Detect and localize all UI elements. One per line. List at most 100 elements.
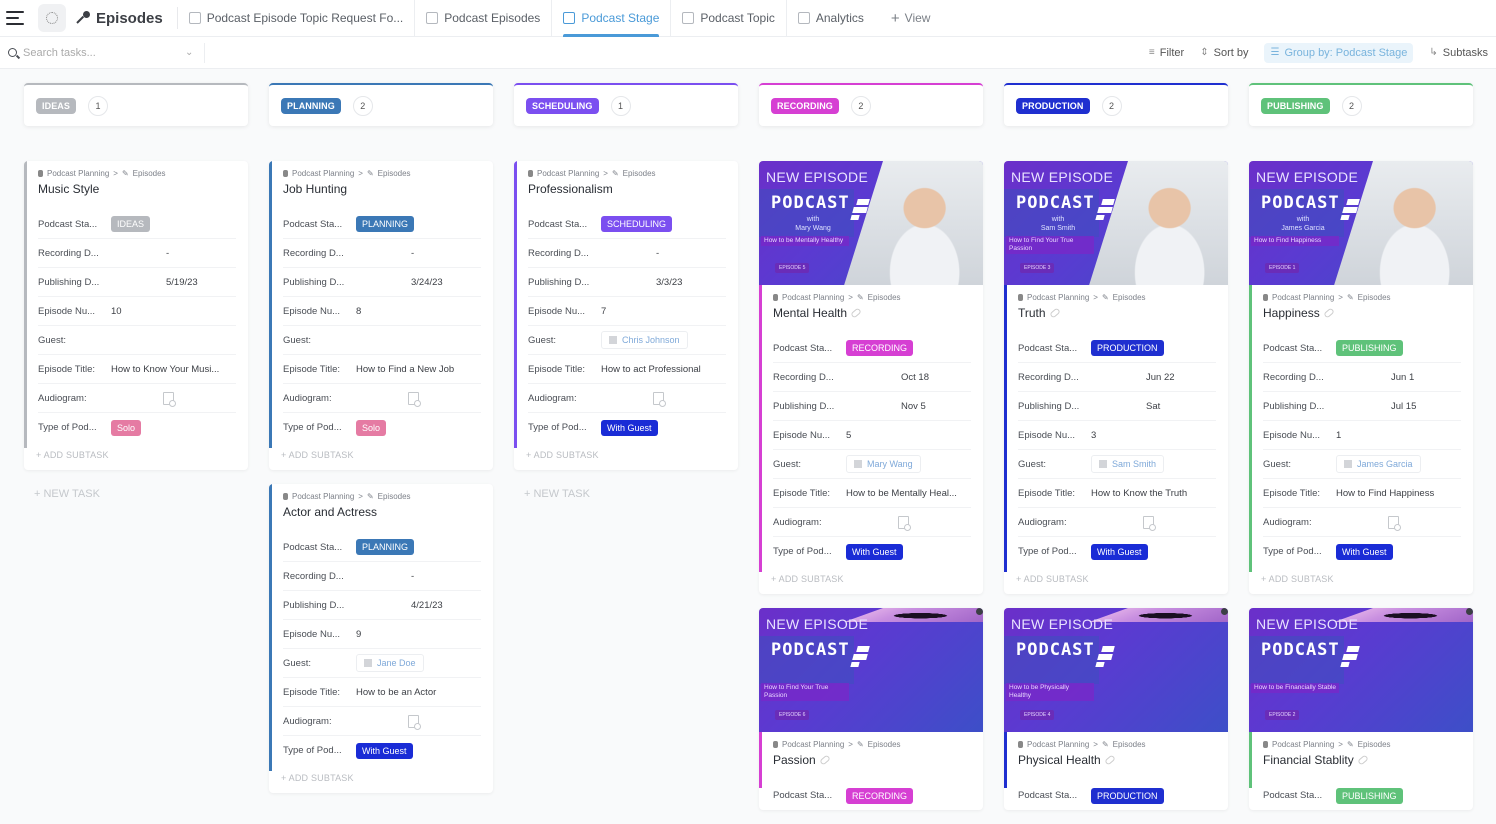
episode-number[interactable]: 9 bbox=[356, 629, 481, 640]
breadcrumb-space[interactable]: Podcast Planning bbox=[292, 169, 354, 178]
breadcrumb-list[interactable]: Episodes bbox=[1113, 740, 1146, 749]
task-card[interactable]: NEW EPISODE PODCAST How to be Financiall… bbox=[1249, 608, 1473, 810]
cover-image[interactable]: NEW EPISODE PODCAST with Mary Wang How to… bbox=[759, 161, 983, 285]
type-tag[interactable]: With Guest bbox=[601, 419, 658, 436]
attachment-icon[interactable] bbox=[898, 515, 911, 531]
breadcrumb-space[interactable]: Podcast Planning bbox=[537, 169, 599, 178]
card-title[interactable]: Music Style bbox=[38, 182, 236, 196]
breadcrumb-list[interactable]: Episodes bbox=[868, 293, 901, 302]
card-title[interactable]: Actor and Actress bbox=[283, 505, 481, 519]
episode-title[interactable]: How to be Mentally Heal... bbox=[846, 488, 971, 499]
card-title[interactable]: Professionalism bbox=[528, 182, 726, 196]
recording-date[interactable]: - bbox=[356, 248, 481, 259]
cover-image[interactable]: NEW EPISODE PODCAST How to Find Your Tru… bbox=[759, 608, 983, 732]
new-task-button[interactable]: + NEW TASK bbox=[24, 484, 248, 504]
publishing-date[interactable]: 5/19/23 bbox=[111, 277, 236, 288]
stage-pill[interactable]: RECORDING bbox=[771, 97, 839, 114]
attachment-icon[interactable] bbox=[163, 391, 176, 407]
task-card[interactable]: NEW EPISODE PODCAST How to be Physically… bbox=[1004, 608, 1228, 810]
attachment-icon[interactable] bbox=[653, 391, 666, 407]
list-title[interactable]: Episodes bbox=[76, 7, 178, 29]
tab-podcast-episode-topic-request-fo[interactable]: Podcast Episode Topic Request Fo... bbox=[178, 0, 416, 37]
subtasks-button[interactable]: ↳ Subtasks bbox=[1429, 47, 1488, 59]
episode-number[interactable]: 3 bbox=[1091, 430, 1216, 441]
episode-number[interactable]: 7 bbox=[601, 306, 726, 317]
breadcrumb-list[interactable]: Episodes bbox=[623, 169, 656, 178]
attachment-icon[interactable] bbox=[1143, 515, 1156, 531]
search-input[interactable] bbox=[23, 46, 173, 59]
card-title[interactable]: Passion bbox=[773, 753, 971, 767]
recording-date[interactable]: - bbox=[111, 248, 236, 259]
guest-chip[interactable]: Sam Smith bbox=[1091, 455, 1165, 473]
type-tag[interactable]: Solo bbox=[356, 419, 387, 436]
task-card[interactable]: Podcast Planning > ✎ Episodes Music Styl… bbox=[24, 161, 248, 470]
type-tag[interactable]: With Guest bbox=[1091, 543, 1148, 560]
breadcrumb-list[interactable]: Episodes bbox=[378, 492, 411, 501]
episode-number[interactable]: 5 bbox=[846, 430, 971, 441]
attachment-icon[interactable] bbox=[408, 714, 421, 730]
cover-image[interactable]: NEW EPISODE PODCAST How to be Financiall… bbox=[1249, 608, 1473, 732]
chevron-down-icon[interactable]: ⌄ bbox=[185, 47, 193, 58]
card-title[interactable]: Job Hunting bbox=[283, 182, 481, 196]
stage-pill[interactable]: PUBLISHING bbox=[1261, 97, 1330, 114]
episode-title[interactable]: How to Know Your Musi... bbox=[111, 364, 236, 375]
stage-tag[interactable]: PUBLISHING bbox=[1336, 340, 1403, 356]
episode-title[interactable]: How to Find a New Job bbox=[356, 364, 481, 375]
stage-tag[interactable]: IDEAS bbox=[111, 216, 151, 232]
breadcrumb-space[interactable]: Podcast Planning bbox=[292, 492, 354, 501]
breadcrumb-space[interactable]: Podcast Planning bbox=[782, 740, 844, 749]
tab-podcast-stage[interactable]: Podcast Stage bbox=[552, 0, 672, 37]
sort-button[interactable]: ⇕ Sort by bbox=[1200, 47, 1248, 59]
stage-pill[interactable]: PRODUCTION bbox=[1016, 97, 1090, 114]
breadcrumb-list[interactable]: Episodes bbox=[378, 169, 411, 178]
breadcrumb-space[interactable]: Podcast Planning bbox=[1027, 740, 1089, 749]
breadcrumb-list[interactable]: Episodes bbox=[133, 169, 166, 178]
task-card[interactable]: Podcast Planning > ✎ Episodes Job Huntin… bbox=[269, 161, 493, 470]
tab-podcast-episodes[interactable]: Podcast Episodes bbox=[415, 0, 553, 37]
add-subtask-button[interactable]: + ADD SUBTASK bbox=[269, 765, 493, 793]
stage-tag[interactable]: PUBLISHING bbox=[1336, 787, 1403, 804]
episode-number[interactable]: 1 bbox=[1336, 430, 1461, 441]
group-by-button[interactable]: ☰ Group by: Podcast Stage bbox=[1264, 42, 1414, 63]
attachment-icon[interactable] bbox=[1388, 515, 1401, 531]
episode-number[interactable]: 8 bbox=[356, 306, 481, 317]
add-subtask-button[interactable]: + ADD SUBTASK bbox=[269, 442, 493, 470]
space-icon[interactable] bbox=[38, 4, 66, 32]
stage-tag[interactable]: PRODUCTION bbox=[1091, 787, 1164, 804]
card-title[interactable]: Mental Health bbox=[773, 306, 971, 320]
breadcrumb-space[interactable]: Podcast Planning bbox=[1272, 740, 1334, 749]
task-card[interactable]: Podcast Planning > ✎ Episodes Actor and … bbox=[269, 484, 493, 793]
stage-pill[interactable]: PLANNING bbox=[281, 97, 341, 114]
recording-date[interactable]: - bbox=[356, 571, 481, 582]
episode-number[interactable]: 10 bbox=[111, 306, 236, 317]
breadcrumb-list[interactable]: Episodes bbox=[868, 740, 901, 749]
task-card[interactable]: NEW EPISODE PODCAST with Mary Wang How to… bbox=[759, 161, 983, 594]
card-title[interactable]: Truth bbox=[1018, 306, 1216, 320]
stage-pill[interactable]: IDEAS bbox=[36, 97, 77, 114]
guest-chip[interactable]: Mary Wang bbox=[846, 455, 921, 473]
new-task-button[interactable]: + NEW TASK bbox=[514, 484, 738, 504]
add-subtask-button[interactable]: + ADD SUBTASK bbox=[24, 442, 248, 470]
add-subtask-button[interactable]: + ADD SUBTASK bbox=[1249, 566, 1473, 594]
guest-chip[interactable]: Chris Johnson bbox=[601, 331, 688, 349]
attachment-icon[interactable] bbox=[408, 391, 421, 407]
add-subtask-button[interactable]: + ADD SUBTASK bbox=[759, 566, 983, 594]
stage-tag[interactable]: PRODUCTION bbox=[1091, 340, 1164, 356]
publishing-date[interactable]: Sat bbox=[1091, 401, 1216, 412]
cover-image[interactable]: NEW EPISODE PODCAST How to be Physically… bbox=[1004, 608, 1228, 732]
stage-tag[interactable]: RECORDING bbox=[846, 340, 914, 356]
guest-chip[interactable]: Jane Doe bbox=[356, 654, 424, 672]
guest-chip[interactable]: James Garcia bbox=[1336, 455, 1421, 473]
card-title[interactable]: Happiness bbox=[1263, 306, 1461, 320]
stage-tag[interactable]: PLANNING bbox=[356, 539, 415, 555]
episode-title[interactable]: How to Know the Truth bbox=[1091, 488, 1216, 499]
stage-pill[interactable]: SCHEDULING bbox=[526, 97, 599, 114]
task-card[interactable]: Podcast Planning > ✎ Episodes Profession… bbox=[514, 161, 738, 470]
stage-tag[interactable]: RECORDING bbox=[846, 787, 914, 804]
tab-analytics[interactable]: Analytics bbox=[787, 0, 875, 37]
stage-tag[interactable]: SCHEDULING bbox=[601, 216, 673, 232]
type-tag[interactable]: With Guest bbox=[846, 543, 903, 560]
publishing-date[interactable]: Jul 15 bbox=[1336, 401, 1461, 412]
tab-podcast-topic[interactable]: Podcast Topic bbox=[671, 0, 787, 37]
stage-tag[interactable]: PLANNING bbox=[356, 216, 415, 232]
